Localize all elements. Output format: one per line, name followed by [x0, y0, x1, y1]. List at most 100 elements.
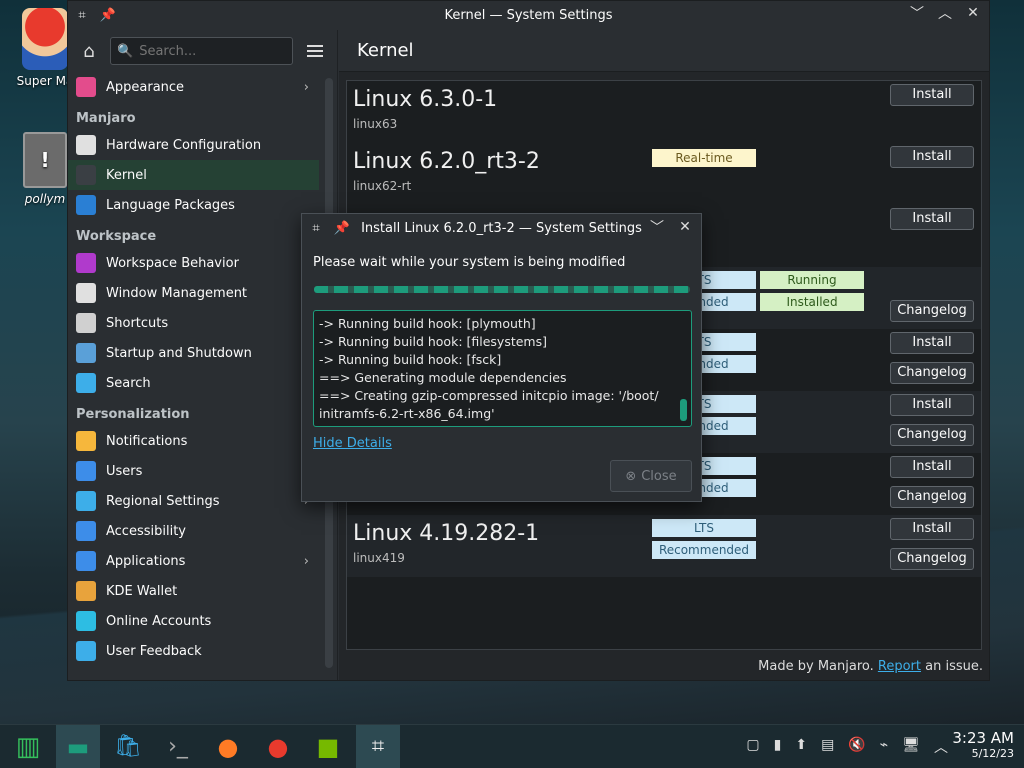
sidebar-item-notifications[interactable]: Notifications: [68, 426, 319, 456]
sidebar-item-users[interactable]: Users: [68, 456, 319, 486]
mario-icon: [22, 8, 68, 70]
manjaro-menu-icon[interactable]: ▥: [6, 725, 50, 768]
sidebar-item-label: Online Accounts: [106, 613, 212, 629]
pin-icon[interactable]: 📌: [334, 220, 350, 236]
log-line: -> Running build hook: [plymouth]: [319, 316, 536, 331]
sidebar-item-window-management[interactable]: Window Management›: [68, 278, 319, 308]
close-icon[interactable]: ✕: [677, 219, 693, 235]
firefox-icon[interactable]: ●: [206, 725, 250, 768]
maximize-icon[interactable]: ︿: [937, 5, 953, 22]
changelog-button[interactable]: Changelog: [890, 548, 974, 570]
install-button[interactable]: Install: [890, 456, 974, 478]
online-accounts-icon: [76, 611, 96, 631]
sidebar-item-label: Language Packages: [106, 197, 235, 213]
app-icon: !: [23, 132, 67, 188]
changelog-button[interactable]: Changelog: [890, 424, 974, 446]
nvidia-game-icon[interactable]: ■: [306, 725, 350, 768]
log-line: ==> Creating gzip-compressed initcpio im…: [319, 388, 659, 403]
volume-muted-icon[interactable]: 🔇: [848, 737, 865, 757]
install-button[interactable]: Install: [890, 518, 974, 540]
sidebar-item-applications[interactable]: Applications ›: [68, 546, 319, 576]
usb-icon[interactable]: ⌁: [880, 737, 888, 757]
file-manager-icon[interactable]: ▬: [56, 724, 100, 768]
close-icon[interactable]: ✕: [965, 5, 981, 21]
update-icon[interactable]: ⬆: [795, 737, 807, 757]
close-button[interactable]: ⊗ Close: [610, 460, 692, 492]
kernel-package: linux419: [353, 551, 405, 565]
dialog-message: Please wait while your system is being m…: [313, 255, 626, 270]
sidebar-item-user-feedback[interactable]: User Feedback: [68, 636, 319, 666]
status-badge: LTS: [652, 519, 756, 537]
desktop-icon-label: pollym: [24, 192, 66, 206]
sidebar-item-startup-and-shutdown[interactable]: Startup and Shutdown›: [68, 338, 319, 368]
network-icon[interactable]: 🖥: [902, 737, 920, 757]
sidebar-item-label: Accessibility: [106, 523, 186, 539]
hide-details-link[interactable]: Hide Details: [313, 436, 392, 451]
sidebar-item-search[interactable]: Search›: [68, 368, 319, 398]
desktop-icon-label: Super Ma: [16, 74, 74, 88]
sidebar-item-online-accounts[interactable]: Online Accounts: [68, 606, 319, 636]
clock[interactable]: 3:23 AM 5/12/23: [952, 729, 1014, 760]
sidebar-item-label: Workspace Behavior: [106, 255, 239, 271]
sidebar-item-label: Hardware Configuration: [106, 137, 262, 153]
sidebar-item-language-packages[interactable]: Language Packages: [68, 190, 319, 220]
super-mario-app-icon[interactable]: ●: [256, 725, 300, 768]
pin-icon[interactable]: 📌: [100, 7, 116, 23]
install-button[interactable]: Install: [890, 332, 974, 354]
system-settings-task-icon[interactable]: ⌗: [356, 724, 400, 768]
sidebar-item-label: Startup and Shutdown: [106, 345, 252, 361]
bell-icon: [76, 431, 96, 451]
sidebar-item-kde-wallet[interactable]: KDE Wallet: [68, 576, 319, 606]
dialog-titlebar[interactable]: ⌗ 📌 Install Linux 6.2.0_rt3-2 — System S…: [302, 214, 701, 242]
window-titlebar[interactable]: ⌗ 📌 Kernel — System Settings ﹀ ︿ ✕: [68, 1, 989, 30]
sidebar-item-label: Kernel: [106, 167, 147, 183]
app-menu-icon[interactable]: ⌗: [308, 220, 324, 236]
install-button[interactable]: Install: [890, 84, 974, 106]
notes-icon[interactable]: ▤: [821, 737, 834, 757]
window-icon[interactable]: ▢: [746, 737, 759, 757]
feedback-icon: [76, 641, 96, 661]
hamburger-menu-icon[interactable]: [301, 37, 329, 65]
sidebar-item-appearance[interactable]: Appearance ›: [68, 72, 319, 102]
footer-text: Made by Manjaro.: [758, 659, 874, 674]
install-button[interactable]: Install: [890, 146, 974, 168]
changelog-button[interactable]: Changelog: [890, 362, 974, 384]
log-line: ==> Generating module dependencies: [319, 370, 567, 385]
sidebar-item-label: User Feedback: [106, 643, 202, 659]
clipboard-icon[interactable]: ▮: [774, 737, 782, 757]
install-button[interactable]: Install: [890, 208, 974, 230]
sidebar-item-hardware-configuration[interactable]: Hardware Configuration: [68, 130, 319, 160]
minimize-icon[interactable]: ﹀: [909, 5, 925, 22]
dialog-title: Install Linux 6.2.0_rt3-2 — System Setti…: [361, 220, 642, 236]
sidebar-item-label: Appearance: [106, 79, 185, 95]
hardware-icon: [76, 135, 96, 155]
clock-date: 5/12/23: [971, 747, 1014, 760]
changelog-button[interactable]: Changelog: [890, 300, 974, 322]
sidebar-item-shortcuts[interactable]: Shortcuts›: [68, 308, 319, 338]
search-box[interactable]: 🔍: [110, 37, 293, 65]
tray-expand-icon[interactable]: ︿: [934, 737, 948, 757]
users-icon: [76, 461, 96, 481]
search-input[interactable]: [139, 43, 280, 59]
sidebar-item-regional-settings[interactable]: Regional Settings›: [68, 486, 319, 516]
sidebar-item-kernel[interactable]: Kernel: [68, 160, 319, 190]
discover-store-icon[interactable]: 🛍: [106, 725, 150, 768]
changelog-button[interactable]: Changelog: [890, 486, 974, 508]
shortcuts-icon: [76, 313, 96, 333]
sidebar-item-label: Applications: [106, 553, 186, 569]
chevron-down-icon[interactable]: ﹀: [649, 219, 665, 236]
regional-icon: [76, 491, 96, 511]
sidebar-list: Appearance › Manjaro Hardware Configuration…: [68, 72, 319, 666]
sidebar-item-accessibility[interactable]: Accessibility: [68, 516, 319, 546]
log-scrollbar[interactable]: [680, 399, 687, 421]
home-icon[interactable]: ⌂: [76, 38, 102, 64]
footer: Made by Manjaro. Report an issue.: [758, 659, 983, 674]
appearance-icon: [76, 77, 96, 97]
install-button[interactable]: Install: [890, 394, 974, 416]
app-menu-icon[interactable]: ⌗: [74, 7, 90, 23]
sidebar-item-workspace-behavior[interactable]: Workspace Behavior›: [68, 248, 319, 278]
report-link[interactable]: Report: [878, 659, 921, 674]
wallet-icon: [76, 581, 96, 601]
footer-suffix: an issue.: [925, 659, 983, 674]
terminal-icon[interactable]: ›_: [156, 725, 200, 768]
